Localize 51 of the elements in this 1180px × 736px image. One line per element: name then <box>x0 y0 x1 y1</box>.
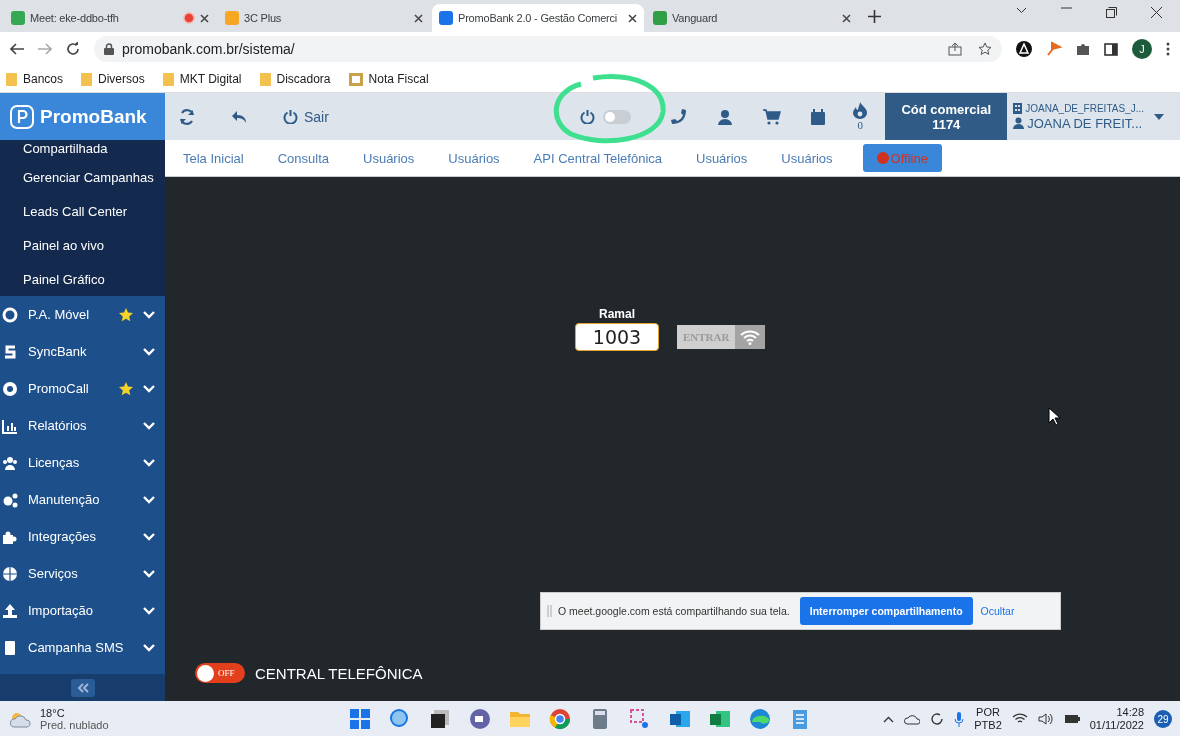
submenu-item[interactable]: Painel ao vivo <box>0 228 165 262</box>
sidebar-item[interactable]: P.A. Móvel <box>0 296 165 333</box>
sidebar-item[interactable]: Licenças <box>0 444 165 481</box>
bookmark[interactable]: Diversos <box>81 72 145 86</box>
bookmark[interactable]: Nota Fiscal <box>348 72 429 86</box>
app-logo[interactable]: PromoBank <box>0 93 165 140</box>
bookmark[interactable]: Bancos <box>6 72 64 86</box>
sidebar-item[interactable]: PromoCall <box>0 370 165 407</box>
weather-text: Pred. nublado <box>40 719 109 731</box>
user-name: JOANA DE FREIT... <box>1027 115 1143 131</box>
submenu-item[interactable]: Gerenciar Campanhas <box>0 160 165 194</box>
bookmark[interactable]: MKT Digital <box>162 72 242 86</box>
temperature: 18°C <box>40 707 66 719</box>
extension-field[interactable]: 1003 <box>575 323 659 351</box>
submenu-item[interactable]: Leads Call Center <box>0 194 165 228</box>
submenu-item[interactable]: Compartilhada <box>0 140 165 160</box>
nav-tab[interactable]: Usuários <box>436 150 512 166</box>
section-title: CENTRAL TELEFÔNICA <box>255 664 423 682</box>
sidebar-item[interactable]: Manutenção <box>0 481 165 518</box>
central-toggle[interactable]: OFF <box>195 663 245 683</box>
sidebar-item[interactable]: Serviços <box>0 555 165 592</box>
flame-button[interactable]: 0 <box>853 102 868 131</box>
sidebar-item[interactable]: SyncBank <box>0 333 165 370</box>
nav-tab[interactable]: Consulta <box>265 150 341 166</box>
hide-link[interactable]: Ocultar <box>980 605 1015 617</box>
commercial-code-panel: Cód comercial 1174 <box>885 93 1008 140</box>
sidebar-item[interactable]: Importação <box>0 592 165 629</box>
nav-tab[interactable]: Usuários <box>351 150 427 166</box>
browser-tab[interactable]: Meet: eke-ddbo-tfh <box>4 4 216 32</box>
sidebar-item[interactable]: Integrações <box>0 518 165 555</box>
profile-avatar[interactable]: J <box>1132 39 1152 59</box>
logout-button[interactable]: Sair <box>283 108 329 125</box>
browser-tab[interactable]: PromoBank 2.0 - Gestão Comerci <box>432 4 644 32</box>
nav-tab[interactable]: API Central Telefônica <box>521 150 674 166</box>
notification-badge[interactable]: 29 <box>1154 710 1172 728</box>
clock[interactable]: 14:28 01/11/2022 <box>1089 706 1144 732</box>
browser-tab[interactable]: 3C Plus <box>218 4 430 32</box>
stop-sharing-button[interactable]: Interromper compartilhamento <box>799 597 973 625</box>
field-label: Ramal <box>599 307 635 321</box>
sidebar-item[interactable]: Relatórios <box>0 407 165 444</box>
nav-tab[interactable]: Usuários <box>684 150 760 166</box>
bookmark[interactable]: Discadora <box>259 72 331 86</box>
nav-tab[interactable]: Usuários <box>769 150 845 166</box>
address-bar[interactable]: promobank.com.br/sistema/ <box>94 36 1002 62</box>
nav-tab[interactable]: Tela Inicial <box>171 150 256 166</box>
browser-tab[interactable]: Vanguard <box>646 4 858 32</box>
share-message: O meet.google.com está compartilhando sua tela. <box>558 605 790 617</box>
language-indicator[interactable]: POR PTB2 <box>974 706 1002 732</box>
company-name: JOANA_DE_FREITAS_J... <box>1025 102 1144 114</box>
sidebar-item[interactable]: Campanha SMS <box>0 629 165 666</box>
submenu-item[interactable]: Painel Gráfico <box>0 262 165 296</box>
